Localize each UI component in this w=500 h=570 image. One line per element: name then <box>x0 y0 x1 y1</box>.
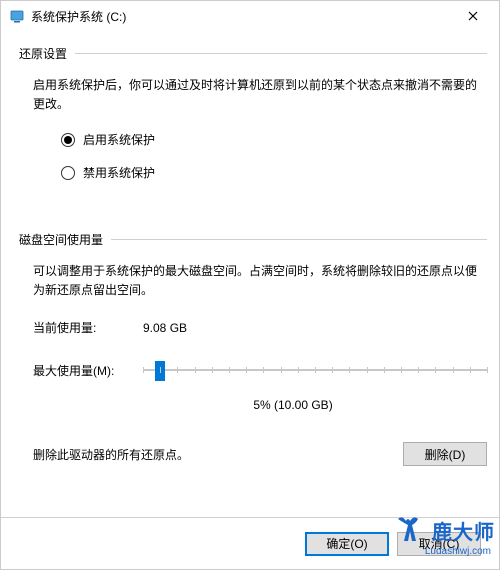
slider-tick <box>418 367 419 373</box>
protection-radio-group: 启用系统保护 禁用系统保护 <box>61 131 487 181</box>
section-disk-usage: 磁盘空间使用量 <box>19 231 487 248</box>
radio-enable-protection[interactable]: 启用系统保护 <box>61 131 487 148</box>
radio-icon <box>61 166 75 180</box>
divider <box>111 239 487 240</box>
section-restore-settings: 还原设置 <box>19 45 487 62</box>
slider-tick <box>195 367 196 373</box>
slider-tick <box>384 367 385 373</box>
divider <box>75 53 487 54</box>
current-usage-row: 当前使用量: 9.08 GB <box>33 319 487 336</box>
radio-disable-protection[interactable]: 禁用系统保护 <box>61 164 487 181</box>
slider-tick <box>453 367 454 373</box>
title-bar: 系统保护系统 (C:) <box>1 1 499 31</box>
slider-tick <box>229 367 230 373</box>
dialog-button-bar: 确定(O) 取消(C) <box>1 517 499 569</box>
current-usage-label: 当前使用量: <box>33 319 143 336</box>
radio-label: 禁用系统保护 <box>83 164 155 181</box>
slider-tick <box>435 367 436 373</box>
radio-label: 启用系统保护 <box>83 131 155 148</box>
slider-caption: 5% (10.00 GB) <box>99 398 487 412</box>
close-button[interactable] <box>453 2 493 30</box>
max-usage-slider[interactable] <box>143 358 487 382</box>
slider-tick <box>160 367 161 373</box>
current-usage-value: 9.08 GB <box>143 321 187 335</box>
ok-button[interactable]: 确定(O) <box>305 532 389 556</box>
dialog-content: 还原设置 启用系统保护后，你可以通过及时将计算机还原到以前的某个状态点来撤消不需… <box>19 37 487 505</box>
section-label: 磁盘空间使用量 <box>19 231 111 248</box>
window-title: 系统保护系统 (C:) <box>31 8 453 25</box>
disk-description: 可以调整用于系统保护的最大磁盘空间。占满空间时，系统将删除较旧的还原点以便为新还… <box>33 262 483 299</box>
slider-tick <box>470 367 471 373</box>
slider-tick <box>212 367 213 373</box>
radio-icon <box>61 133 75 147</box>
max-usage-label: 最大使用量(M): <box>33 362 143 379</box>
delete-button[interactable]: 删除(D) <box>403 442 487 466</box>
max-usage-row: 最大使用量(M): <box>33 358 487 382</box>
slider-tick <box>246 367 247 373</box>
slider-tick <box>401 367 402 373</box>
system-protection-icon <box>9 8 25 24</box>
slider-tick <box>349 367 350 373</box>
delete-restore-points-row: 删除此驱动器的所有还原点。 删除(D) <box>33 442 487 466</box>
restore-description: 启用系统保护后，你可以通过及时将计算机还原到以前的某个状态点来撤消不需要的更改。 <box>33 76 483 113</box>
dialog-window: 系统保护系统 (C:) 还原设置 启用系统保护后，你可以通过及时将计算机还原到以… <box>0 0 500 570</box>
slider-tick <box>298 367 299 373</box>
slider-tick <box>367 367 368 373</box>
slider-tick <box>177 367 178 373</box>
section-label: 还原设置 <box>19 45 75 62</box>
delete-description: 删除此驱动器的所有还原点。 <box>33 446 403 463</box>
slider-tick <box>487 367 488 373</box>
slider-tick <box>281 367 282 373</box>
slider-tick <box>332 367 333 373</box>
slider-tick <box>315 367 316 373</box>
slider-tick <box>143 367 144 373</box>
slider-tick <box>263 367 264 373</box>
cancel-button[interactable]: 取消(C) <box>397 532 481 556</box>
